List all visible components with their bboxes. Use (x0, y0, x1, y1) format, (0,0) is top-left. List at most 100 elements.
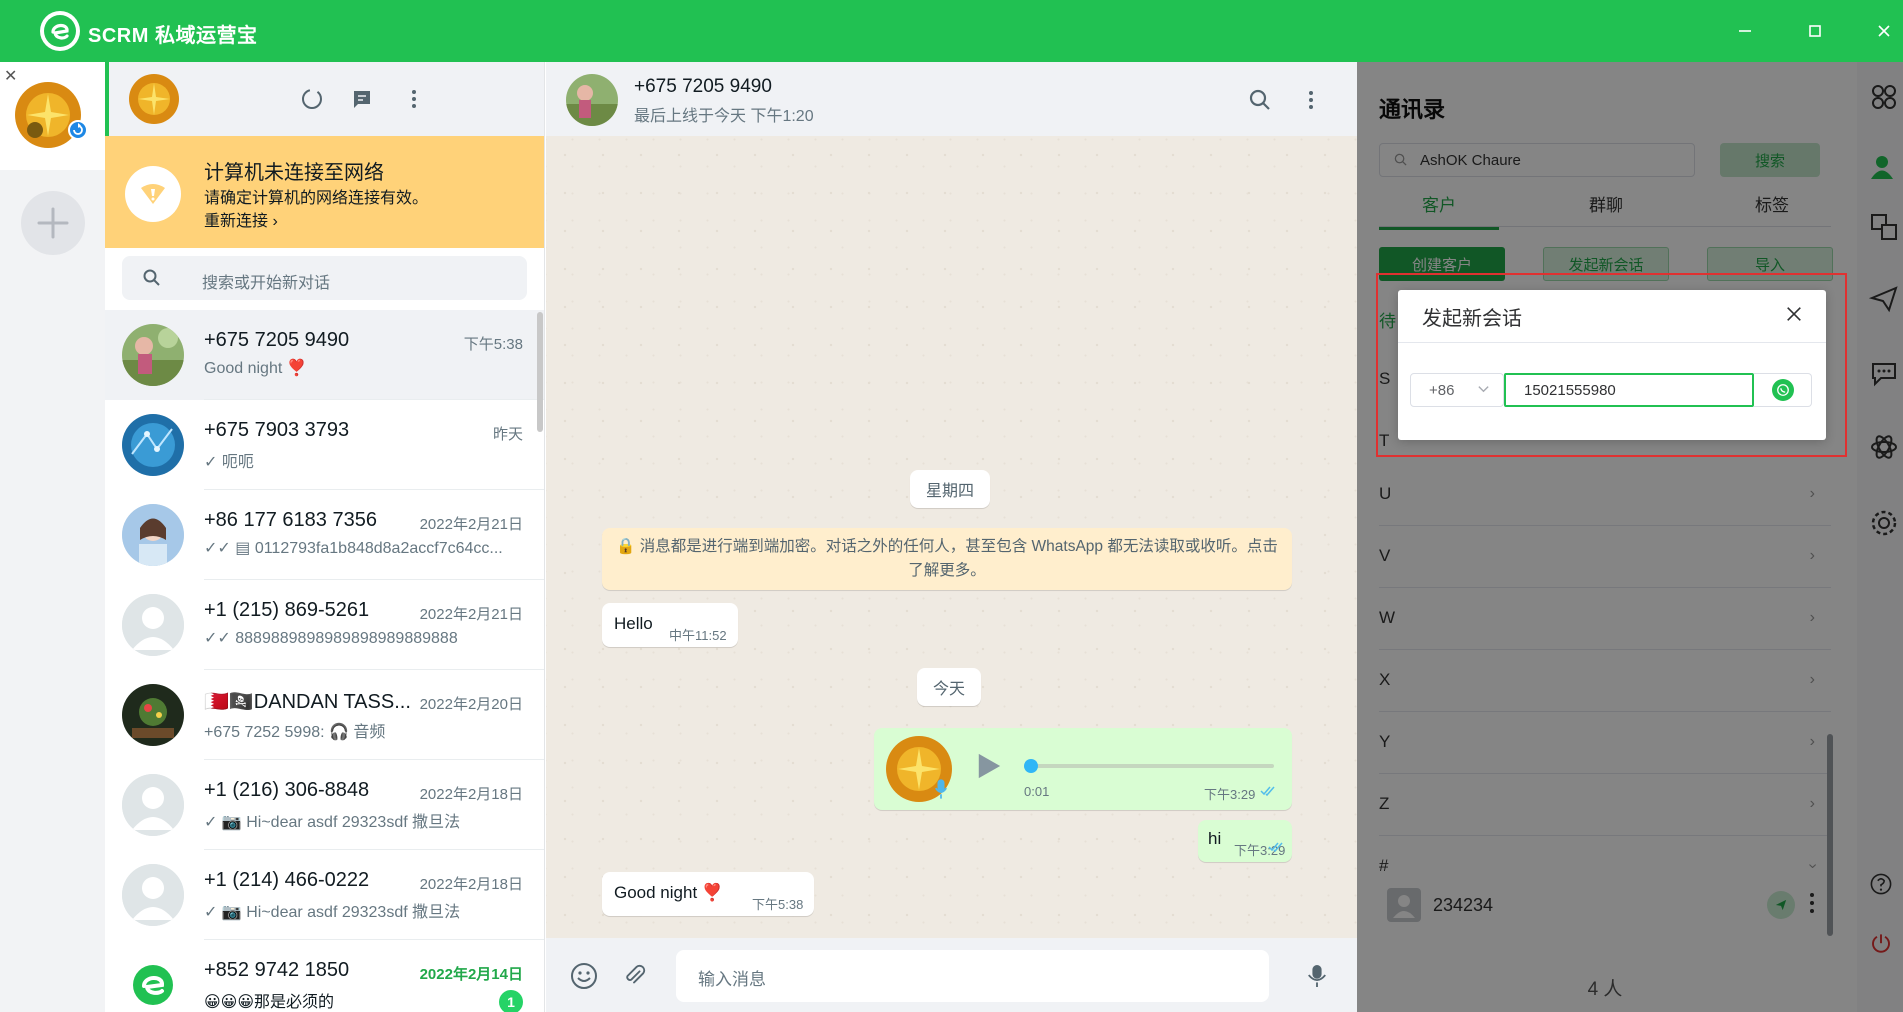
message-area[interactable]: 星期四 🔒 消息都是进行端到端加密。对话之外的任何人，甚至包含 WhatsApp… (546, 136, 1357, 938)
country-code-value: +86 (1429, 382, 1455, 399)
account-rail: ✕ (0, 62, 105, 1012)
voice-progress-knob[interactable] (1024, 759, 1038, 773)
close-window-button[interactable] (1867, 14, 1901, 48)
attach-icon[interactable] (618, 960, 650, 992)
maximize-button[interactable] (1798, 14, 1832, 48)
chat-list-scrollbar[interactable] (537, 312, 543, 432)
chat-row[interactable]: +1 (215) 869-5261 2022年2月21日 ✓✓ 88898898… (105, 580, 544, 670)
chat-row[interactable]: +675 7903 3793 昨天 ✓ 呃呃 (105, 400, 544, 490)
new-chat-icon[interactable] (347, 84, 377, 114)
country-code-select[interactable]: +86 (1410, 373, 1504, 407)
chat-time: 2022年2月20日 (419, 696, 523, 713)
chat-avatar (122, 684, 184, 746)
incoming-message-bubble: Good night ❣️ 下午5:38 (602, 872, 814, 916)
chat-row[interactable]: +86 177 6183 7356 2022年2月21日 ✓✓ ▤ 011279… (105, 490, 544, 580)
chat-time: 2022年2月21日 (419, 606, 523, 623)
chat-time: 下午5:38 (463, 336, 523, 353)
conversation-menu-icon[interactable] (1295, 84, 1327, 116)
account-tab-active[interactable]: ✕ (0, 62, 105, 170)
start-chat-button[interactable] (1754, 373, 1812, 407)
warning-title: 计算机未连接至网络 (204, 162, 384, 184)
search-placeholder: 搜索或开始新对话 (202, 275, 331, 292)
encryption-notice[interactable]: 🔒 消息都是进行端到端加密。对话之外的任何人，甚至包含 WhatsApp 都无法… (602, 528, 1292, 590)
add-account-button[interactable] (21, 191, 85, 255)
dialog-title: 发起新会话 (1422, 308, 1522, 330)
voice-duration: 0:01 (1024, 784, 1050, 799)
chat-name: +1 (214) 466-0222 (204, 869, 370, 891)
minimize-button[interactable] (1728, 14, 1762, 48)
modal-overlay[interactable] (1357, 62, 1903, 1012)
message-text: hi (1208, 829, 1222, 848)
emoji-icon[interactable] (568, 960, 600, 992)
search-icon (142, 268, 162, 293)
contact-status: 最后上线于今天 下午1:20 (634, 108, 814, 125)
chat-avatar (122, 324, 184, 386)
chat-last-message: ✓✓ 8889889898989898989889888 (204, 630, 458, 647)
message-time: 下午3:29 (1204, 787, 1256, 802)
chat-last-message: ✓ 📷 Hi~dear asdf 29323sdf 撒旦法 (204, 814, 461, 831)
dialog-divider (1398, 342, 1826, 343)
chat-avatar (122, 414, 184, 476)
contact-avatar[interactable] (566, 74, 618, 126)
status-icon[interactable] (297, 84, 327, 114)
conversation-pane: +675 7205 9490 最后上线于今天 下午1:20 星期四 🔒 消息都是… (546, 62, 1357, 1012)
chat-name: +86 177 6183 7356 (204, 509, 377, 531)
microphone-icon[interactable] (1301, 960, 1333, 992)
message-time: 下午5:38 (752, 897, 804, 912)
chat-name: +675 7205 9490 (204, 329, 350, 351)
reconnect-link[interactable]: 重新连接 › (204, 207, 278, 231)
phone-number-input[interactable] (1504, 373, 1754, 407)
message-input-placeholder: 输入消息 (698, 970, 766, 989)
voice-message-bubble: 0:01 下午3:29 (874, 728, 1292, 810)
read-receipt-icon (1260, 784, 1278, 802)
new-chat-dialog: 发起新会话 +86 (1398, 290, 1826, 440)
menu-icon[interactable] (399, 84, 429, 114)
app-logo-icon (38, 9, 82, 53)
close-icon[interactable] (1782, 302, 1806, 326)
voice-progress-track[interactable] (1024, 759, 1274, 773)
default-avatar-icon (122, 594, 184, 656)
chat-row[interactable]: +675 7205 9490 下午5:38 Good night ❣️ (105, 310, 544, 400)
chat-row[interactable]: +1 (216) 306-8848 2022年2月18日 ✓ 📷 Hi~dear… (105, 760, 544, 850)
search-messages-icon[interactable] (1244, 84, 1276, 116)
message-text: Good night ❣️ (614, 883, 724, 902)
chat-time: 2022年2月18日 (419, 876, 523, 893)
title-bar: SCRM 私域运营宝 (0, 0, 1903, 62)
wifi-off-icon (125, 166, 181, 222)
unread-badge: 1 (499, 990, 523, 1012)
chat-name: +675 7903 3793 (204, 419, 350, 441)
chat-row[interactable]: 🇧🇭🏴‍☠️DANDAN TASS... 2022年2月20日 +675 725… (105, 670, 544, 760)
chat-time: 2022年2月14日 (419, 966, 523, 983)
play-button[interactable] (976, 752, 1002, 785)
conversation-header[interactable]: +675 7205 9490 最后上线于今天 下午1:20 (546, 62, 1357, 136)
contact-name: +675 7205 9490 (634, 76, 772, 97)
chat-row[interactable]: +852 9742 1850 2022年2月14日 😀😀😀那是必须的 1 (105, 940, 544, 1012)
composer-bar: 输入消息 (546, 938, 1357, 1012)
default-avatar-icon (122, 774, 184, 836)
chat-name: 🇧🇭🏴‍☠️DANDAN TASS... (204, 691, 411, 713)
chat-search-input[interactable]: 搜索或开始新对话 (122, 256, 527, 300)
chat-last-message: +675 7252 5998: 🎧 音频 (204, 724, 386, 741)
chat-list-pane: 计算机未连接至网络 请确定计算机的网络连接有效。 重新连接 › 搜索或开始新对话… (105, 62, 545, 1012)
chat-name: +1 (216) 306-8848 (204, 779, 370, 801)
message-text: Hello (614, 614, 653, 633)
sync-icon (68, 120, 88, 140)
chat-time: 昨天 (492, 426, 523, 443)
chat-time: 2022年2月21日 (419, 516, 523, 533)
warning-subtitle: 请确定计算机的网络连接有效。 (204, 190, 429, 207)
date-chip: 星期四 (910, 470, 991, 508)
app-title: SCRM 私域运营宝 (88, 25, 258, 47)
chat-last-message: ✓ 📷 Hi~dear asdf 29323sdf 撒旦法 (204, 904, 461, 921)
message-input[interactable]: 输入消息 (676, 950, 1269, 1002)
chat-row[interactable]: +1 (214) 466-0222 2022年2月18日 ✓ 📷 Hi~dear… (105, 850, 544, 940)
whatsapp-icon (1771, 379, 1794, 401)
chat-last-message: Good night ❣️ (204, 360, 307, 377)
chat-avatar (122, 504, 184, 566)
chat-name: +852 9742 1850 (204, 959, 350, 981)
date-chip: 今天 (917, 668, 982, 706)
chat-list-header (105, 62, 544, 136)
mic-icon (934, 778, 948, 805)
close-account-icon[interactable]: ✕ (4, 66, 17, 86)
scrm-logo-avatar (122, 954, 184, 1012)
my-profile-avatar[interactable] (129, 74, 179, 124)
